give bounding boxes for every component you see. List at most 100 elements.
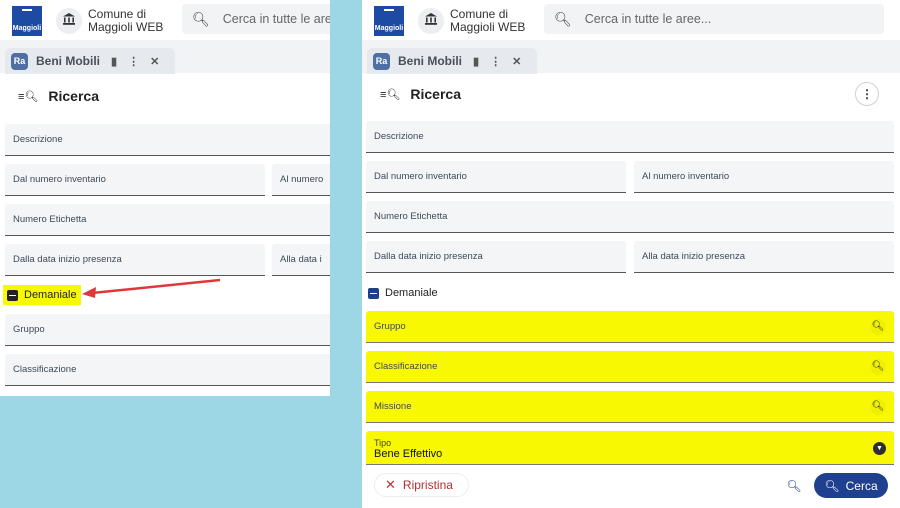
annotation-arrow	[82, 278, 221, 298]
tab-strip: Ra Beni Mobili ▮ ⋮ ✕	[0, 40, 330, 74]
search-placeholder: Cerca in tutte le aree...	[222, 12, 330, 26]
maggioli-logo: Maggioli	[12, 6, 42, 36]
field-label: Classificazione	[374, 361, 438, 372]
page-title: Ricerca	[410, 86, 461, 102]
classificazione-field[interactable]: Classificazione	[5, 354, 330, 386]
missione-field[interactable]: Missione 🔍︎	[366, 391, 894, 423]
toggle-label: Demaniale	[385, 287, 438, 299]
search-label: Cerca	[845, 478, 878, 493]
field-label: Dal numero inventario	[374, 171, 467, 182]
tab-strip: Ra Beni Mobili ▮ ⋮ ✕	[362, 40, 900, 74]
al-numero-inventario-field[interactable]: Al numero inventario	[634, 161, 894, 193]
search-icon: 🔍︎	[824, 478, 840, 493]
numero-etichetta-field[interactable]: Numero Etichetta	[5, 204, 330, 236]
alla-data-field[interactable]: Alla data inizio presenza	[634, 241, 894, 273]
field-label: Dal numero inventario	[13, 174, 106, 185]
search-list-icon: ≡🔍︎	[380, 88, 401, 101]
dalla-data-field[interactable]: Dalla data inizio presenza	[5, 244, 265, 276]
demaniale-toggle[interactable]: Demaniale	[3, 285, 81, 305]
page-title: Ricerca	[48, 88, 99, 104]
ra-badge: Ra	[11, 52, 28, 70]
field-label: Classificazione	[13, 364, 77, 375]
advanced-search-button[interactable]: 🔍︎	[784, 476, 804, 496]
tab-label: Beni Mobili	[398, 54, 462, 68]
search-icon: 🔍︎	[192, 10, 210, 27]
search-button[interactable]: 🔍︎ Cerca	[814, 473, 888, 498]
field-label: Descrizione	[374, 131, 424, 142]
chevron-down-icon[interactable]: ▼	[873, 441, 886, 455]
section-heading: ≡🔍︎ Ricerca	[18, 88, 99, 104]
bookmark-icon[interactable]: ▮	[473, 55, 479, 68]
close-icon: ✕	[385, 477, 396, 492]
global-search-input[interactable]: 🔍︎ Cerca in tutte le aree...	[182, 4, 330, 34]
bookmark-icon[interactable]: ▮	[111, 55, 117, 68]
municipality-line-2: Maggioli WEB	[88, 20, 164, 34]
reset-label: Ripristina	[402, 478, 453, 492]
search-icon[interactable]: 🔍︎	[870, 398, 886, 415]
al-numero-inventario-field[interactable]: Al numero	[272, 164, 330, 196]
more-vert-icon[interactable]: ⋮	[490, 55, 501, 68]
logo-text: Maggioli	[374, 25, 404, 32]
field-label: Dalla data inizio presenza	[374, 251, 483, 262]
collapse-icon	[368, 287, 379, 299]
search-icon[interactable]: 🔍︎	[870, 318, 886, 335]
tab-label: Beni Mobili	[36, 54, 100, 68]
field-label: Al numero	[280, 174, 324, 185]
screenshot-before: Maggioli Comune di Maggioli WEB 🔍︎ Cerca…	[0, 0, 330, 396]
field-label: Alla data inizio presenza	[642, 251, 745, 262]
close-icon[interactable]: ✕	[512, 55, 521, 68]
top-bar: Maggioli Comune di Maggioli WEB 🔍︎ Cerca…	[0, 0, 330, 40]
municipality-name: Comune di Maggioli WEB	[450, 8, 525, 34]
tipo-select[interactable]: Tipo Bene Effettivo ▼	[366, 431, 894, 465]
municipality-line-2: Maggioli WEB	[450, 20, 526, 34]
collapse-icon	[7, 289, 18, 301]
descrizione-field[interactable]: Descrizione	[5, 124, 330, 156]
dal-numero-inventario-field[interactable]: Dal numero inventario	[366, 161, 626, 193]
numero-etichetta-field[interactable]: Numero Etichetta	[366, 201, 894, 233]
search-placeholder: Cerca in tutte le aree...	[584, 12, 712, 26]
top-bar: Maggioli Comune di Maggioli WEB 🔍︎ Cerca…	[362, 0, 900, 40]
descrizione-field[interactable]: Descrizione	[366, 121, 894, 153]
classificazione-field[interactable]: Classificazione 🔍︎	[366, 351, 894, 383]
field-label: Numero Etichetta	[374, 211, 448, 222]
field-label: Numero Etichetta	[13, 214, 87, 225]
field-value: Bene Effettivo	[374, 448, 443, 460]
municipality-button[interactable]	[418, 8, 444, 34]
gruppo-field[interactable]: Gruppo	[5, 314, 330, 346]
field-label: Alla data i	[280, 254, 322, 265]
gruppo-field[interactable]: Gruppo 🔍︎	[366, 311, 894, 343]
field-label: Gruppo	[13, 324, 45, 335]
bank-icon	[62, 12, 76, 31]
municipality-name: Comune di Maggioli WEB	[88, 8, 163, 34]
demaniale-toggle[interactable]: Demaniale	[368, 287, 438, 299]
more-vert-icon[interactable]: ⋮	[128, 55, 139, 68]
more-options-button[interactable]: ⋮	[855, 82, 879, 106]
search-list-icon: ≡🔍︎	[18, 90, 39, 103]
field-label: Gruppo	[374, 321, 406, 332]
screenshot-after: Maggioli Comune di Maggioli WEB 🔍︎ Cerca…	[362, 0, 900, 508]
dalla-data-field[interactable]: Dalla data inizio presenza	[366, 241, 626, 273]
global-search-input[interactable]: 🔍︎ Cerca in tutte le aree...	[544, 4, 884, 34]
alla-data-field[interactable]: Alla data i	[272, 244, 330, 276]
field-label: Descrizione	[13, 134, 63, 145]
field-label: Dalla data inizio presenza	[13, 254, 122, 265]
logo-text: Maggioli	[12, 25, 42, 32]
bank-icon	[424, 12, 438, 31]
tab-beni-mobili[interactable]: Ra Beni Mobili ▮ ⋮ ✕	[5, 48, 175, 74]
tab-beni-mobili[interactable]: Ra Beni Mobili ▮ ⋮ ✕	[367, 48, 537, 74]
close-icon[interactable]: ✕	[150, 55, 159, 68]
zoom-search-icon: 🔍︎	[786, 479, 802, 493]
dal-numero-inventario-field[interactable]: Dal numero inventario	[5, 164, 265, 196]
reset-button[interactable]: ✕ Ripristina	[374, 473, 469, 497]
section-heading: ≡🔍︎ Ricerca	[380, 86, 461, 102]
ra-badge: Ra	[373, 52, 390, 70]
field-label: Tipo	[374, 438, 392, 448]
municipality-button[interactable]	[56, 8, 82, 34]
field-label: Missione	[374, 401, 412, 412]
action-bar: ✕ Ripristina 🔍︎ 🔍︎ Cerca	[362, 466, 900, 508]
search-icon: 🔍︎	[554, 10, 572, 27]
field-label: Al numero inventario	[642, 171, 730, 182]
more-vert-icon: ⋮	[861, 87, 873, 101]
search-icon[interactable]: 🔍︎	[870, 358, 886, 375]
toggle-label: Demaniale	[24, 289, 77, 301]
